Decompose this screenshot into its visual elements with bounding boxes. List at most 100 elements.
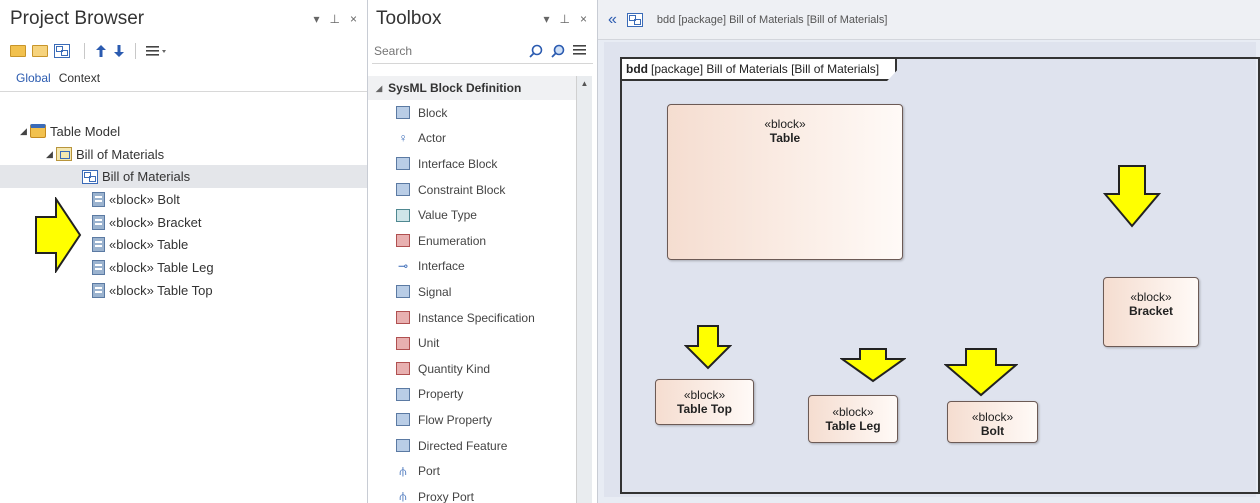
tree-item-label: Bill of Materials [102, 169, 191, 185]
close-icon[interactable]: × [580, 12, 587, 26]
model-icon [30, 124, 46, 139]
move-down-icon[interactable] [113, 44, 125, 58]
enumeration-icon [396, 234, 410, 248]
toolbox-item-quantity-kind[interactable]: Quantity Kind [368, 356, 576, 382]
pin-icon[interactable]: ⊥ [330, 12, 340, 26]
expand-triangle-icon[interactable]: ◢ [46, 149, 56, 160]
block-bolt[interactable]: «block» Bolt [947, 401, 1038, 443]
block-table-leg[interactable]: «block» Table Leg [808, 395, 898, 443]
toolbox-list: ◢ SysML Block Definition Block ♀ Actor In… [368, 76, 576, 503]
block-stereotype: «block» [832, 405, 874, 419]
port-icon: ⫛ [399, 463, 407, 478]
toolbox-item-actor[interactable]: ♀ Actor [368, 126, 576, 152]
pin-icon[interactable]: ⊥ [560, 12, 570, 26]
signal-icon [396, 285, 410, 299]
diagram-header-title: bdd [package] Bill of Materials [Bill of… [656, 13, 888, 26]
toolbox-item-port[interactable]: ⫛ Port [368, 458, 576, 484]
scroll-up-icon[interactable]: ▲ [577, 76, 592, 92]
toolbox-item-signal[interactable]: Signal [368, 279, 576, 305]
toolbox-item-label: Unit [418, 336, 440, 351]
block-stereotype: «block» [683, 388, 726, 402]
toolbox-group-label: SysML Block Definition [388, 81, 522, 95]
toolbox-item-interface[interactable]: ⊸ Interface [368, 254, 576, 280]
tree-item-diagram[interactable]: Bill of Materials [0, 165, 367, 189]
toolbox-item-unit[interactable]: Unit [368, 330, 576, 356]
new-package-icon[interactable] [32, 45, 48, 57]
panel-menu-icon[interactable]: ▾ [544, 12, 550, 26]
hamburger-menu-icon[interactable] [573, 44, 587, 56]
actor-icon: ♀ [398, 130, 408, 145]
toolbox-item-flow-property[interactable]: Flow Property [368, 407, 576, 433]
project-browser-titlebar: Project Browser ▾ ⊥ × [0, 0, 367, 38]
block-name: Table Top [677, 402, 732, 416]
block-stereotype: «block» [971, 410, 1014, 424]
toolbox-item-value-type[interactable]: Value Type [368, 202, 576, 228]
toolbox-search-input[interactable] [372, 43, 502, 58]
interface-lollipop-icon: ⊸ [397, 258, 409, 273]
block-bracket[interactable]: «block» Bracket [1103, 277, 1199, 347]
toolbox-item-label: Proxy Port [418, 489, 475, 503]
block-name: Bolt [980, 424, 1005, 438]
tree-item-label: Table Model [50, 123, 121, 139]
toolbox-search-bar [372, 38, 593, 64]
block-name: Table Leg [825, 419, 881, 433]
toolbox-item-label: Constraint Block [418, 182, 506, 197]
tree-item-block-table-top[interactable]: «block» Table Top [0, 279, 367, 302]
toolbox-item-proxy-port[interactable]: ⫛ Proxy Port [368, 484, 576, 503]
project-browser-tabs: Global Context [0, 64, 367, 92]
expand-triangle-icon[interactable]: ◢ [20, 126, 30, 137]
toolbox-item-instance-specification[interactable]: Instance Specification [368, 305, 576, 331]
instance-specification-icon [396, 311, 410, 325]
new-model-icon[interactable] [10, 45, 26, 57]
tree-item-label: «block» Bolt [109, 191, 180, 207]
collapse-triangle-icon[interactable]: ◢ [376, 84, 382, 93]
toolbox-item-label: Block [418, 105, 448, 120]
panel-menu-icon[interactable]: ▾ [314, 12, 320, 26]
block-icon [92, 282, 105, 298]
toolbox-item-interface-block[interactable]: Interface Block [368, 151, 576, 177]
new-diagram-icon[interactable] [54, 44, 70, 58]
toolbox-item-block[interactable]: Block [368, 100, 576, 126]
toolbar-divider [135, 43, 136, 59]
find-icon[interactable] [551, 44, 565, 58]
toolbox-item-label: Instance Specification [418, 310, 535, 325]
search-icon[interactable] [529, 44, 543, 58]
block-icon [92, 214, 105, 230]
toolbox-item-constraint-block[interactable]: Constraint Block [368, 177, 576, 203]
diagram-icon [626, 12, 643, 27]
block-name: Table [769, 131, 801, 145]
tab-context[interactable]: Context [59, 71, 100, 85]
diagram-canvas[interactable]: bdd [package] Bill of Materials [Bill of… [604, 42, 1260, 497]
down-arrow-icon [840, 348, 906, 383]
toolbox-item-label: Port [418, 464, 441, 479]
tree-item-label: «block» Bracket [109, 214, 202, 230]
directed-feature-icon [396, 439, 410, 453]
interface-block-icon [396, 157, 410, 171]
tree-item-label: «block» Table [109, 237, 189, 253]
hamburger-menu-icon[interactable] [146, 45, 168, 57]
property-icon [396, 387, 410, 401]
tree-item-package[interactable]: ◢ Bill of Materials [0, 143, 367, 166]
frame-kind: bdd [626, 62, 648, 76]
toolbox-item-enumeration[interactable]: Enumeration [368, 228, 576, 254]
toolbox-scrollbar[interactable]: ▲ [576, 76, 592, 503]
move-up-icon[interactable] [95, 44, 107, 58]
tree-item-model[interactable]: ◢ Table Model [0, 120, 367, 143]
block-table[interactable]: «block» Table [667, 104, 903, 260]
close-icon[interactable]: × [350, 12, 357, 26]
collapse-panels-icon[interactable]: « [608, 11, 617, 29]
block-stereotype: «block» [1130, 290, 1172, 304]
toolbox-item-property[interactable]: Property [368, 382, 576, 408]
down-arrow-icon [1103, 165, 1161, 228]
tab-global[interactable]: Global [16, 71, 51, 85]
toolbox-panel: Toolbox ▾ ⊥ × ◢ SysML Block Definition B… [368, 0, 598, 503]
toolbox-item-directed-feature[interactable]: Directed Feature [368, 433, 576, 459]
block-table-top[interactable]: «block» Table Top [655, 379, 754, 425]
block-icon [92, 191, 105, 207]
down-arrow-icon [944, 348, 1018, 397]
value-type-icon [396, 208, 410, 222]
quantity-kind-icon [396, 362, 410, 376]
toolbox-group-header[interactable]: ◢ SysML Block Definition [368, 76, 576, 100]
diagram-frame-label: bdd [package] Bill of Materials [Bill of… [620, 57, 897, 81]
block-name: Bracket [1128, 304, 1174, 318]
